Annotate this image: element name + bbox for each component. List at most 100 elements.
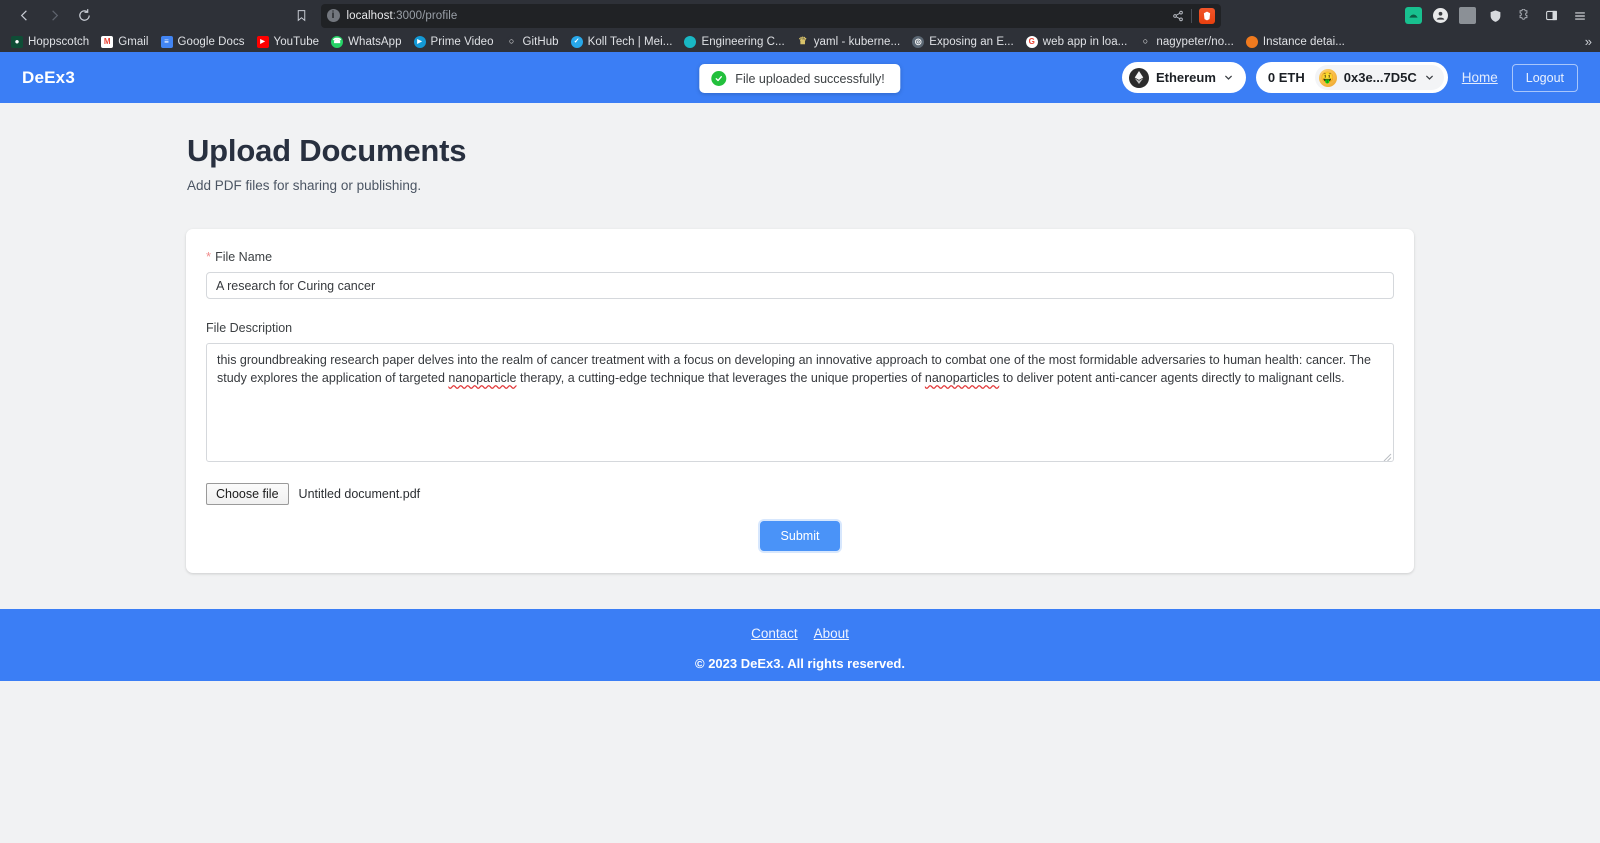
navigation-buttons	[10, 3, 98, 29]
bookmark-item[interactable]: ▶ Prime Video	[409, 34, 501, 50]
success-toast: File uploaded successfully!	[699, 64, 901, 93]
bookmark-item[interactable]: ● Hoppscotch	[6, 34, 96, 50]
bookmark-label: Gmail	[118, 35, 149, 48]
site-info-icon[interactable]: i	[326, 9, 340, 22]
file-description-textarea[interactable]: this groundbreaking research paper delve…	[206, 343, 1394, 462]
address-bar[interactable]: i localhost:3000/profile	[320, 3, 1221, 28]
misspelled-word: nanoparticle	[448, 371, 517, 385]
misspelled-word: nanoparticles	[924, 371, 1000, 385]
bookmark-favicon-icon: M	[101, 35, 114, 48]
footer-copyright: © 2023 DeEx3. All rights reserved.	[695, 656, 905, 671]
footer-link-about[interactable]: About	[814, 626, 849, 641]
side-panel-icon[interactable]	[1543, 7, 1560, 24]
url-text: localhost:3000/profile	[346, 9, 458, 22]
profile-icon[interactable]	[1433, 8, 1448, 23]
page-background-filler	[0, 681, 1600, 843]
file-name-input[interactable]	[206, 272, 1394, 299]
bookmark-item[interactable]: ≡ Google Docs	[156, 34, 252, 50]
back-arrow-icon[interactable]	[10, 3, 38, 29]
submit-button[interactable]: Submit	[759, 521, 841, 551]
chevron-down-icon	[1424, 72, 1435, 83]
bookmark-label: Koll Tech | Mei...	[587, 35, 673, 48]
choose-file-button[interactable]: Choose file	[206, 483, 289, 505]
home-link[interactable]: Home	[1458, 70, 1502, 85]
toolbar-divider	[1190, 8, 1192, 23]
app-root: DeEx3 File uploaded successfully! Ethere…	[0, 52, 1600, 843]
url-zone: i localhost:3000/profile	[98, 3, 1391, 28]
upload-form-card: * File Name File Description this ground…	[186, 229, 1414, 573]
bookmark-icon[interactable]	[289, 4, 315, 28]
field-spacer	[206, 299, 1394, 321]
forward-arrow-icon[interactable]	[40, 3, 68, 29]
description-text-part-2: therapy, a cutting-edge technique that l…	[516, 371, 925, 385]
bookmark-item[interactable]: Gweb app in loa...	[1021, 34, 1135, 50]
bookmark-favicon-icon: ▶	[413, 35, 426, 48]
footer-links: Contact About	[0, 626, 1600, 641]
bookmark-favicon-icon: ☎	[331, 35, 344, 48]
site-footer: Contact About © 2023 DeEx3. All rights r…	[0, 609, 1600, 681]
file-name-label: * File Name	[206, 250, 1394, 264]
chain-name: Ethereum	[1155, 70, 1216, 85]
header-right-cluster: Ethereum 0 ETH 🤑 0x3e...7D5C Home Logout	[1121, 62, 1578, 93]
page-subtitle: Add PDF files for sharing or publishing.	[187, 178, 422, 193]
bookmark-favicon-icon: ▶	[256, 35, 269, 48]
bookmark-label: Engineering C...	[701, 35, 785, 48]
bookmarks-bar: ● Hoppscotch M Gmail ≡ Google Docs ▶ YouTube…	[0, 31, 1600, 52]
browser-chrome: i localhost:3000/profile ● Hoppscotch M …	[0, 0, 1600, 52]
screenshot-icon[interactable]	[1459, 7, 1476, 24]
ethereum-icon	[1128, 67, 1149, 88]
bookmark-favicon-icon: ≡	[160, 35, 173, 48]
share-icon[interactable]	[1172, 10, 1184, 22]
bookmark-item[interactable]: Instance detai...	[1241, 34, 1352, 50]
chain-selector[interactable]: Ethereum	[1121, 62, 1246, 93]
bookmark-item[interactable]: ▶ YouTube	[252, 34, 327, 50]
bookmark-label: Prime Video	[430, 35, 494, 48]
bookmark-favicon-icon	[1245, 35, 1258, 48]
reload-icon[interactable]	[70, 3, 98, 29]
textarea-resize-handle[interactable]	[1381, 449, 1392, 461]
account-address-chip[interactable]: 🤑 0x3e...7D5C	[1314, 65, 1444, 90]
bookmark-label: Hoppscotch	[28, 35, 90, 48]
account-address: 0x3e...7D5C	[1343, 70, 1417, 85]
file-description-label: File Description	[206, 321, 1394, 335]
footer-link-contact[interactable]: Contact	[751, 626, 798, 641]
bookmark-favicon-icon: ✓	[570, 35, 583, 48]
bookmark-item[interactable]: ☎ WhatsApp	[326, 34, 408, 50]
bookmark-label: Exposing an E...	[929, 35, 1014, 48]
brave-rewards-icon[interactable]	[1198, 7, 1215, 24]
brand-logo[interactable]: DeEx3	[22, 68, 75, 88]
browser-toolbar: i localhost:3000/profile	[0, 0, 1600, 31]
bookmark-label: GitHub	[522, 35, 559, 48]
avatar: 🤑	[1318, 68, 1337, 87]
account-selector[interactable]: 0 ETH 🤑 0x3e...7D5C	[1255, 62, 1448, 93]
bookmark-favicon-icon: G	[1025, 35, 1038, 48]
bookmark-label: Google Docs	[177, 35, 245, 48]
description-text-part-3: to deliver potent anti-cancer agents dir…	[999, 371, 1345, 385]
page-title: Upload Documents	[187, 133, 467, 168]
extensions-puzzle-icon[interactable]	[1515, 7, 1532, 24]
bookmark-item[interactable]: ♛ yaml - kuberne...	[792, 34, 908, 50]
bookmark-item[interactable]: ✓ Koll Tech | Mei...	[566, 34, 680, 50]
bookmark-item[interactable]: Engineering C...	[679, 34, 791, 50]
bookmark-item[interactable]: ○ nagypeter/no...	[1134, 34, 1240, 50]
address-bar-actions	[1172, 7, 1215, 24]
logout-button[interactable]: Logout	[1511, 63, 1578, 92]
bookmark-item[interactable]: ◎ Exposing an E...	[907, 34, 1021, 50]
bookmarks-overflow-button[interactable]: »	[1585, 34, 1592, 49]
bookmark-label: WhatsApp	[348, 35, 402, 48]
bookmark-label: nagypeter/no...	[1156, 35, 1234, 48]
brave-shields-icon[interactable]	[1487, 7, 1504, 24]
required-marker: *	[206, 249, 212, 264]
bookmark-favicon-icon: ◎	[912, 35, 925, 48]
account-balance: 0 ETH	[1267, 70, 1305, 85]
bookmark-item[interactable]: M Gmail	[96, 34, 155, 50]
bookmark-item[interactable]: ○ GitHub	[501, 34, 566, 50]
file-picker-row: Choose file Untitled document.pdf	[206, 483, 1394, 505]
toolbar-icons	[1391, 7, 1592, 24]
extension-green-icon[interactable]	[1405, 7, 1422, 24]
file-name-label-text: File Name	[215, 250, 273, 264]
bookmark-favicon-icon: ♛	[798, 35, 808, 47]
main-menu-icon[interactable]	[1571, 7, 1588, 24]
app-header: DeEx3 File uploaded successfully! Ethere…	[0, 52, 1600, 103]
toast-message: File uploaded successfully!	[735, 71, 885, 86]
